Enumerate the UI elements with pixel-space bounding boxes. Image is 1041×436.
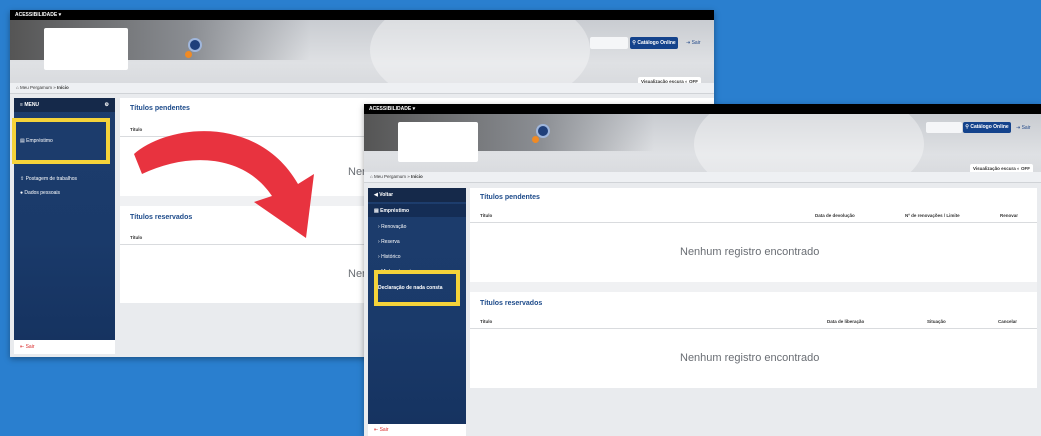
institution-logo — [44, 28, 128, 70]
catalog-online-button[interactable]: ⚲ Catálogo Online — [630, 37, 678, 49]
breadcrumb-current: Início — [411, 174, 423, 179]
screenshot-emprestimo: ACESSIBILIDADE ▾ ⚲ Catálogo Online ⇥ Sai… — [364, 104, 1041, 436]
toggle-icon: ◐ — [1016, 166, 1020, 171]
sidebar-logout[interactable]: ⇤ Sair — [368, 424, 466, 436]
sidebar-item-emprestimo[interactable]: ▤ Empréstimo — [374, 208, 409, 214]
accessibility-bar[interactable]: ACESSIBILIDADE ▾ — [364, 104, 1041, 114]
col-titulo: Título — [480, 319, 493, 324]
search-icon: ⚲ — [965, 124, 969, 130]
breadcrumb: ⌂ Meu Pergamum » Início — [364, 172, 1041, 183]
breadcrumb-current: Início — [57, 85, 69, 90]
section-divider — [470, 282, 1037, 292]
col-cancelar: Cancelar — [998, 319, 1018, 324]
pending-title: Títulos pendentes — [480, 194, 540, 201]
highlight-box-declaracao — [374, 270, 460, 306]
logout-icon: ⇥ — [1016, 125, 1021, 131]
location-pin-icon[interactable] — [188, 38, 202, 52]
pending-empty-message: Nenhum registro encontrado — [680, 246, 820, 258]
main-content: Títulos pendentes Título Data de devoluç… — [470, 188, 1037, 388]
sidebar-logout[interactable]: ⇤ Sair — [14, 340, 115, 354]
pending-table-header: Título Data de devolução Nº de renovaçõe… — [470, 208, 1037, 223]
upload-icon: ⇪ — [20, 176, 25, 182]
highlight-box-emprestimo — [12, 118, 110, 164]
sidebar-item-historico[interactable]: › Histórico — [378, 254, 401, 260]
accessibility-menu[interactable]: ACESSIBILIDADE ▾ — [369, 106, 415, 112]
col-titulo: Título — [480, 213, 493, 218]
catalog-online-button[interactable]: ⚲ Catálogo Online — [963, 122, 1011, 133]
curved-arrow-icon — [134, 131, 314, 238]
search-input[interactable] — [590, 37, 628, 49]
col-data-liberacao: Data de liberação — [827, 319, 865, 324]
institution-logo — [398, 122, 478, 162]
breadcrumb-home[interactable]: Meu Pergamum — [20, 85, 52, 90]
logout-icon: ⇤ — [374, 427, 379, 433]
logout-icon: ⇤ — [20, 344, 25, 350]
breadcrumb-home[interactable]: Meu Pergamum — [374, 174, 406, 179]
gear-icon[interactable]: ⚙ — [105, 98, 109, 112]
logout-link[interactable]: ⇥ Sair — [686, 40, 701, 46]
accessibility-menu[interactable]: ACESSIBILIDADE ▾ — [15, 12, 61, 18]
reserved-table-header: Título Data de liberação Situação Cancel… — [470, 314, 1037, 329]
location-pin-icon[interactable] — [536, 124, 550, 138]
col-situacao: Situação — [927, 319, 946, 324]
home-icon: ⌂ — [16, 85, 19, 90]
back-arrow-icon: ◀ — [374, 192, 378, 198]
sidebar-item-renovacao[interactable]: › Renovação — [378, 224, 406, 230]
user-icon: ● — [20, 190, 24, 196]
sidebar-item-postagem[interactable]: ⇪ Postagem de trabalhos — [20, 176, 77, 182]
col-data-devolucao: Data de devolução — [815, 213, 855, 218]
col-renovacoes: Nº de renovações / Limite — [905, 213, 960, 218]
notification-badge — [185, 51, 192, 58]
sidebar-item-dados[interactable]: ● Dados pessoais — [20, 190, 60, 196]
accessibility-bar[interactable]: ACESSIBILIDADE ▾ — [10, 10, 714, 20]
sidebar-item-reserva[interactable]: › Reserva — [378, 239, 400, 245]
header-banner: ⚲ Catálogo Online ⇥ Sair Visualização es… — [10, 20, 714, 92]
book-icon: ▤ — [374, 208, 379, 214]
menu-header: ≡ MENU ⚙ — [14, 98, 115, 112]
home-icon: ⌂ — [370, 174, 373, 179]
banner-decoration — [370, 20, 590, 92]
logout-icon: ⇥ — [686, 40, 691, 46]
sidebar-menu: ◀ Voltar ▤ Empréstimo › Renovação › Rese… — [368, 188, 466, 436]
back-button[interactable]: ◀ Voltar — [368, 188, 466, 202]
notification-badge — [532, 136, 539, 143]
search-input[interactable] — [926, 122, 962, 133]
search-icon: ⚲ — [632, 40, 636, 46]
hamburger-icon[interactable]: ≡ — [20, 102, 23, 108]
breadcrumb: ⌂ Meu Pergamum » Início — [10, 83, 714, 94]
logout-link[interactable]: ⇥ Sair — [1016, 125, 1031, 131]
reserved-title: Títulos reservados — [480, 300, 543, 307]
pending-title: Títulos pendentes — [130, 105, 190, 112]
col-renovar: Renovar — [1000, 213, 1019, 218]
reserved-empty-message: Nenhum registro encontrado — [680, 352, 820, 364]
